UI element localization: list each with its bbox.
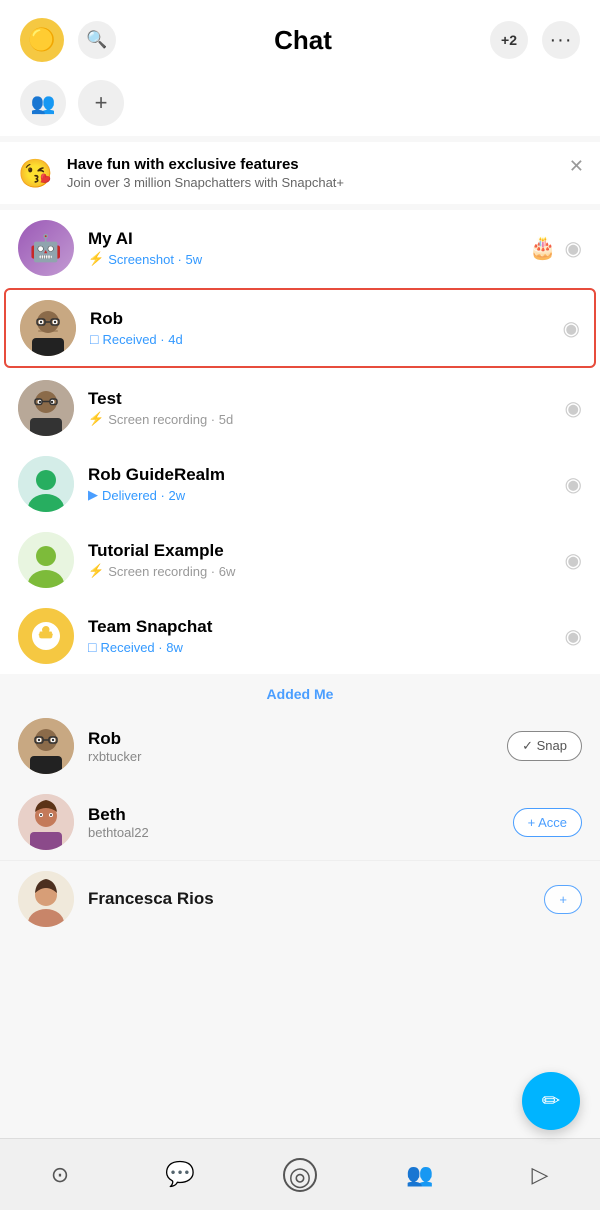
screen-rec-icon: ⚡ [88,411,104,427]
promo-subtitle: Join over 3 million Snapchatters with Sn… [67,175,582,190]
header-right: +2 ··· [490,21,580,59]
chat-avatar-test [18,380,74,436]
added-me-section: Added Me Rob rxbtucker ✓ Snap [0,674,600,937]
page-title: Chat [116,25,490,56]
camera-icon-tutorial[interactable]: ◉ [565,548,582,573]
plus-icon: + [95,90,108,116]
promo-title: Have fun with exclusive features [67,156,582,173]
snap-button-rob[interactable]: ✓ Snap [507,731,582,761]
chat-info-team-snapchat: Team Snapchat □ Received · 8w [88,617,565,655]
added-name-francesca: Francesca Rios [88,889,544,909]
added-info-francesca: Francesca Rios [88,889,544,909]
chat-item-team-snapchat[interactable]: Team Snapchat □ Received · 8w ◉ [0,598,600,674]
camera-nav-icon: ◎ [283,1158,317,1192]
add-friend-label: +2 [501,32,517,48]
chat-item-rob-guiderealm[interactable]: Rob GuideRealm ▶ Delivered · 2w ◉ [0,446,600,522]
promo-emoji: 😘 [18,157,53,190]
chat-avatar-myai: 🤖 [18,220,74,276]
added-username-rob: rxbtucker [88,749,507,764]
second-row: 👥 + [0,72,600,136]
chat-avatar-team-snapchat [18,608,74,664]
nav-chat[interactable]: 💬 [155,1150,205,1200]
chat-name-rob: Rob [90,309,563,329]
added-me-label: Added Me [0,674,600,708]
received2-icon: □ [88,639,96,655]
chat-item-myai[interactable]: 🤖 My AI ⚡ Screenshot · 5w 🎂 ◉ [0,210,600,286]
added-username-beth: bethtoal22 [88,825,513,840]
stories-icon: ▷ [532,1162,549,1188]
header-left: 🟡 🔍 [20,18,116,62]
camera-icon-rob[interactable]: ◉ [563,316,580,341]
chat-item-rob[interactable]: Rob □ Received · 4d ◉ [4,288,596,368]
camera-icon-myai[interactable]: ◉ [565,236,582,261]
chat-info-rob: Rob □ Received · 4d [90,309,563,347]
new-chat-button[interactable]: + [78,80,124,126]
promo-text: Have fun with exclusive features Join ov… [67,156,582,190]
app-header: 🟡 🔍 Chat +2 ··· [0,0,600,72]
friends-icon: 👥 [406,1162,433,1188]
map-icon: ⊙ [51,1162,69,1188]
chat-status-test: ⚡ Screen recording · 5d [88,411,565,427]
promo-close-button[interactable]: ✕ [569,156,584,177]
add-friend-button[interactable]: +2 [490,21,528,59]
added-item-francesca[interactable]: Francesca Rios + [0,860,600,937]
chat-avatar-tutorial [18,532,74,588]
chat-info-rob-guiderealm: Rob GuideRealm ▶ Delivered · 2w [88,465,565,503]
nav-friends[interactable]: 👥 [395,1150,445,1200]
chat-name-tutorial: Tutorial Example [88,541,565,561]
screenshot-icon: ⚡ [88,251,104,267]
screen-rec2-icon: ⚡ [88,563,104,579]
groups-button[interactable]: 👥 [20,80,66,126]
camera-icon-team-snapchat[interactable]: ◉ [565,624,582,649]
promo-banner: 😘 Have fun with exclusive features Join … [0,142,600,204]
chat-status-team-snapchat: □ Received · 8w [88,639,565,655]
compose-icon: ✏ [542,1088,560,1114]
camera-icon-test[interactable]: ◉ [565,396,582,421]
more-button[interactable]: ··· [542,21,580,59]
added-avatar-francesca [18,871,74,927]
added-item-beth[interactable]: Beth bethtoal22 + Acce [0,784,600,860]
camera-icon-rob-guiderealm[interactable]: ◉ [565,472,582,497]
cupcake-icon: 🎂 [529,235,556,261]
added-info-rob: Rob rxbtucker [88,729,507,764]
accept-button-beth[interactable]: + Acce [513,808,582,837]
chat-item-test[interactable]: Test ⚡ Screen recording · 5d ◉ [0,370,600,446]
chat-status-myai: ⚡ Screenshot · 5w [88,251,529,267]
chat-status-tutorial: ⚡ Screen recording · 6w [88,563,565,579]
chat-avatar-rob-guiderealm [18,456,74,512]
chat-icon: 💬 [165,1160,195,1189]
added-name-beth: Beth [88,805,513,825]
added-avatar-rob [18,718,74,774]
added-info-beth: Beth bethtoal22 [88,805,513,840]
chat-status-rob-guiderealm: ▶ Delivered · 2w [88,487,565,503]
delivered-icon: ▶ [88,487,98,503]
chat-info-test: Test ⚡ Screen recording · 5d [88,389,565,427]
added-item-rob[interactable]: Rob rxbtucker ✓ Snap [0,708,600,784]
chat-name-rob-guiderealm: Rob GuideRealm [88,465,565,485]
chat-info-tutorial: Tutorial Example ⚡ Screen recording · 6w [88,541,565,579]
chat-name-test: Test [88,389,565,409]
chat-name-team-snapchat: Team Snapchat [88,617,565,637]
chat-status-rob: □ Received · 4d [90,331,563,347]
search-button[interactable]: 🔍 [78,21,116,59]
accept-button-francesca[interactable]: + [544,885,582,914]
compose-fab[interactable]: ✏ [522,1072,580,1130]
added-avatar-beth [18,794,74,850]
chat-item-tutorial[interactable]: Tutorial Example ⚡ Screen recording · 6w… [0,522,600,598]
bottom-navigation: ⊙ 💬 ◎ 👥 ▷ [0,1138,600,1210]
nav-map[interactable]: ⊙ [35,1150,85,1200]
more-icon: ··· [550,29,573,52]
user-avatar[interactable]: 🟡 [20,18,64,62]
chat-avatar-rob [20,300,76,356]
nav-stories[interactable]: ▷ [515,1150,565,1200]
nav-camera[interactable]: ◎ [275,1150,325,1200]
chat-list: 🤖 My AI ⚡ Screenshot · 5w 🎂 ◉ [0,210,600,674]
chat-info-myai: My AI ⚡ Screenshot · 5w [88,229,529,267]
chat-name-myai: My AI [88,229,529,249]
groups-icon: 👥 [31,91,56,116]
received-icon: □ [90,331,98,347]
added-name-rob: Rob [88,729,507,749]
